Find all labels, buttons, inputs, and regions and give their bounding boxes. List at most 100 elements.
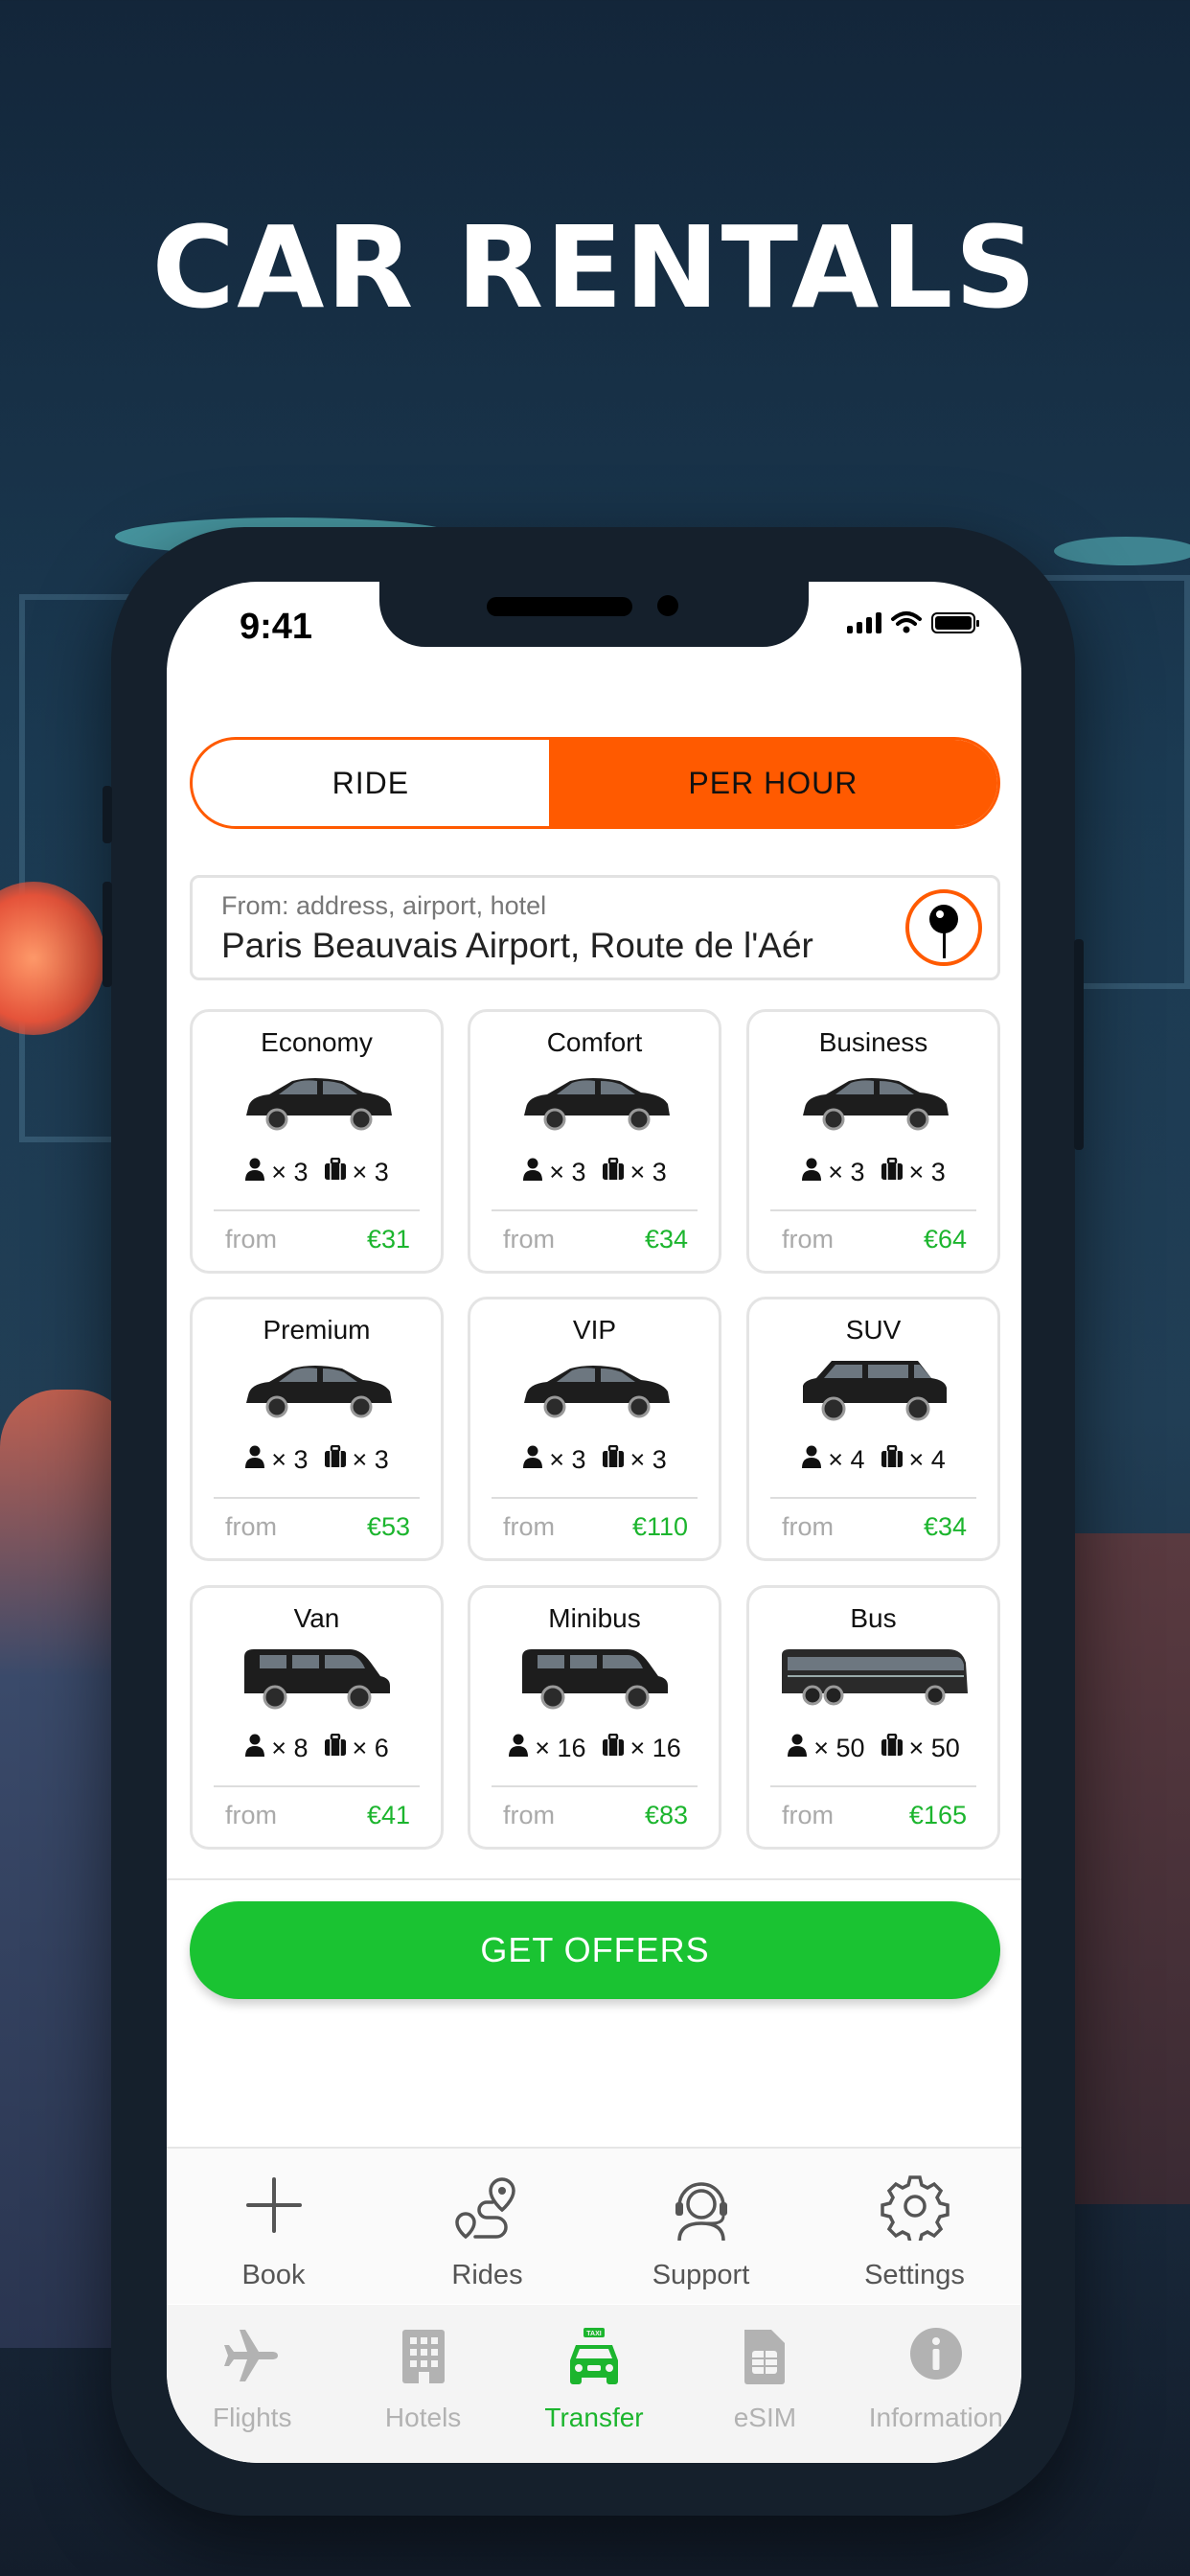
capacity: × 8 × 6 — [193, 1733, 441, 1763]
car-class-premium[interactable]: Premium × 3 × 3 from €53 — [190, 1297, 444, 1561]
divider — [214, 1785, 420, 1787]
price: €34 — [923, 1512, 967, 1541]
building-icon — [401, 2330, 445, 2383]
luggage-icon — [881, 1157, 904, 1187]
svg-text:TAXI: TAXI — [586, 2331, 601, 2337]
person-icon — [522, 1158, 543, 1187]
sedan-car-icon — [795, 1070, 952, 1136]
person-icon — [244, 1158, 265, 1187]
passenger-count: × 8 — [271, 1734, 309, 1762]
location-pin-button[interactable] — [905, 889, 982, 966]
car-class-business[interactable]: Business × 3 × 3 from €64 — [746, 1009, 1000, 1274]
sedan-car-icon — [516, 1070, 674, 1136]
signal-icon — [847, 612, 881, 633]
van-car-icon — [516, 1645, 674, 1715]
tab-transfer[interactable]: TAXI Transfer — [509, 2305, 679, 2463]
taxi-icon: TAXI — [570, 2328, 619, 2384]
car-class-vip[interactable]: VIP × 3 × 3 from €110 — [468, 1297, 721, 1561]
car-class-comfort[interactable]: Comfort × 3 × 3 from €34 — [468, 1009, 721, 1274]
car-class-suv[interactable]: SUV × 4 × 4 from €34 — [746, 1297, 1000, 1561]
plus-icon — [245, 2177, 302, 2233]
pin-needle — [943, 930, 946, 958]
car-name: SUV — [845, 1315, 902, 1345]
car-class-economy[interactable]: Economy × 3 × 3 from €31 — [190, 1009, 444, 1274]
car-name: Business — [818, 1027, 928, 1057]
tab-hotels[interactable]: Hotels — [337, 2305, 508, 2463]
quick-actions-bar: Book Rides Support Settings — [167, 2149, 1021, 2304]
van-car-icon — [239, 1645, 396, 1715]
from-label: from — [503, 1225, 555, 1254]
notch — [379, 582, 809, 647]
support-button[interactable]: Support — [594, 2149, 808, 2304]
tab-information[interactable]: Information — [851, 2305, 1021, 2463]
from-label: from — [782, 1512, 834, 1541]
from-field-value[interactable]: Paris Beauvais Airport, Route de l'Aér — [221, 926, 882, 966]
car-class-minibus[interactable]: Minibus × 16 × 16 from €83 — [468, 1585, 721, 1850]
divider — [770, 1785, 976, 1787]
rides-button[interactable]: Rides — [380, 2149, 594, 2304]
get-offers-button[interactable]: GET OFFERS — [190, 1901, 1000, 1999]
bus-car-icon — [778, 1645, 970, 1712]
passenger-count: × 3 — [271, 1445, 309, 1474]
info-icon — [909, 2328, 962, 2380]
person-icon — [244, 1445, 265, 1475]
tab-esim-label: eSIM — [733, 2403, 797, 2432]
luggage-count: × 6 — [352, 1734, 389, 1762]
price: €110 — [631, 1512, 688, 1541]
divider — [167, 1878, 1021, 1880]
divider — [214, 1209, 420, 1211]
bg-lamp — [1054, 537, 1190, 565]
capacity: × 4 × 4 — [749, 1444, 997, 1475]
luggage-count: × 4 — [908, 1445, 946, 1474]
luggage-icon — [602, 1733, 625, 1763]
from-label: from — [503, 1512, 555, 1541]
book-label: Book — [241, 2260, 306, 2290]
phone-side-button — [103, 786, 112, 843]
car-class-bus[interactable]: Bus × 50 × 50 from €165 — [746, 1585, 1000, 1850]
passenger-count: × 16 — [535, 1734, 586, 1762]
passenger-count: × 3 — [828, 1158, 865, 1186]
settings-button[interactable]: Settings — [808, 2149, 1021, 2304]
divider — [770, 1497, 976, 1499]
support-label: Support — [652, 2260, 750, 2290]
from-label: from — [225, 1225, 277, 1254]
price: €34 — [644, 1225, 688, 1254]
divider — [492, 1209, 698, 1211]
phone-side-button — [1074, 939, 1084, 1150]
tab-flights[interactable]: Flights — [167, 2305, 337, 2463]
gear-icon — [880, 2175, 950, 2241]
suv-car-icon — [795, 1357, 952, 1427]
tab-esim[interactable]: eSIM — [679, 2305, 850, 2463]
luggage-count: × 3 — [352, 1445, 389, 1474]
sedan-car-icon — [516, 1357, 674, 1423]
luggage-icon — [324, 1733, 347, 1763]
price: €53 — [366, 1512, 410, 1541]
person-icon — [801, 1158, 822, 1187]
status-time: 9:41 — [240, 607, 313, 647]
price: €165 — [908, 1801, 967, 1829]
rides-label: Rides — [451, 2260, 523, 2290]
ride-tab[interactable]: RIDE — [193, 740, 549, 826]
phone-screen: 9:41 RIDE PER HOUR From: address, airpor… — [167, 582, 1021, 2463]
settings-label: Settings — [864, 2260, 965, 2290]
from-field[interactable]: From: address, airport, hotel Paris Beau… — [190, 875, 1000, 980]
tab-transfer-label: Transfer — [544, 2403, 644, 2432]
capacity: × 3 × 3 — [470, 1157, 719, 1187]
mode-toggle: RIDE PER HOUR — [190, 737, 1000, 829]
passenger-count: × 3 — [549, 1158, 586, 1186]
luggage-icon — [324, 1444, 347, 1475]
car-class-van[interactable]: Van × 8 × 6 from €41 — [190, 1585, 444, 1850]
per-hour-tab[interactable]: PER HOUR — [548, 740, 997, 826]
book-button[interactable]: Book — [167, 2149, 380, 2304]
car-name: Comfort — [546, 1027, 643, 1057]
price: €31 — [366, 1225, 410, 1254]
luggage-count: × 3 — [629, 1158, 667, 1186]
capacity: × 3 × 3 — [193, 1157, 441, 1187]
from-label: from — [503, 1801, 555, 1829]
price: €83 — [644, 1801, 688, 1829]
car-name: Van — [293, 1603, 340, 1633]
car-name: Premium — [263, 1315, 371, 1345]
sim-card-icon — [744, 2330, 786, 2384]
capacity: × 3 × 3 — [193, 1444, 441, 1475]
car-name: VIP — [572, 1315, 617, 1345]
